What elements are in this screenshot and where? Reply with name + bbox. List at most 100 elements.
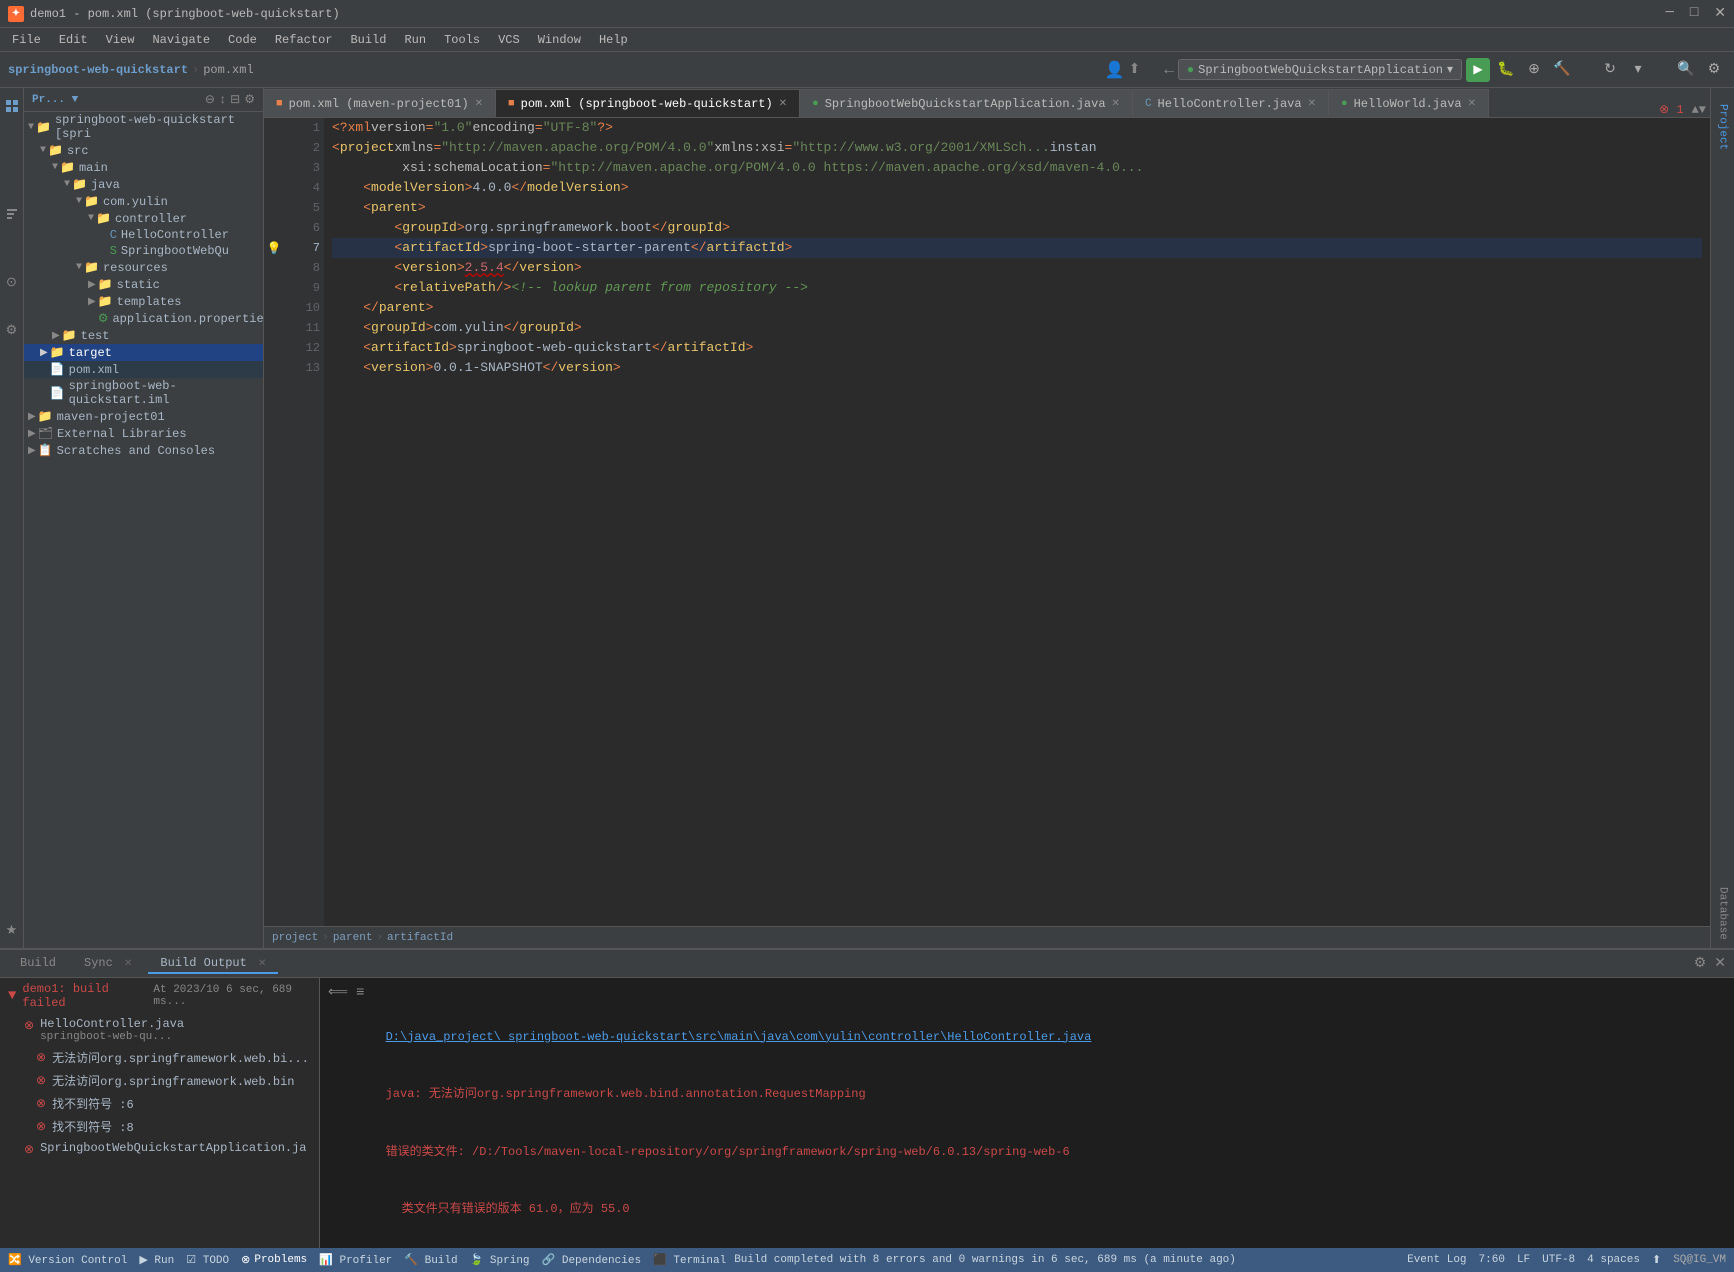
menu-code[interactable]: Code — [220, 31, 265, 49]
tab-close-spring[interactable]: ✕ — [779, 98, 787, 110]
tree-filter-btn[interactable]: ⊟ — [230, 92, 240, 107]
bottom-tab-build[interactable]: Build — [8, 954, 68, 974]
tab-close-app[interactable]: ✕ — [1112, 98, 1120, 110]
tree-hello-controller[interactable]: ▶ C HelloController — [24, 227, 263, 243]
bottom-tab-sync[interactable]: Sync ✕ — [72, 954, 144, 974]
run-config-dropdown[interactable]: ● SpringbootWebQuickstartApplication ▾ — [1178, 59, 1462, 80]
build-err3[interactable]: ⊗ 找不到符号 :6 — [0, 1092, 319, 1115]
build-header-demo1[interactable]: ▼ demo1: build failed At 2023/10 6 sec, … — [0, 978, 319, 1014]
refresh-icon[interactable]: ↻ — [1598, 58, 1622, 82]
maven-sidebar-icon[interactable]: ⚙ — [2, 320, 22, 340]
status-todo[interactable]: ☑ TODO — [186, 1253, 229, 1267]
tree-static[interactable]: ▶ 📁 static — [24, 276, 263, 293]
tree-main[interactable]: ▼ 📁 main — [24, 159, 263, 176]
build-err4[interactable]: ⊗ 找不到符号 :8 — [0, 1115, 319, 1138]
status-run[interactable]: ▶ Run — [139, 1253, 174, 1267]
git-avatar-icon[interactable]: 👤 — [1105, 60, 1125, 80]
maximize-button[interactable]: □ — [1690, 5, 1698, 22]
status-position[interactable]: 7:60 — [1479, 1254, 1505, 1266]
run-button[interactable]: ▶ — [1466, 58, 1490, 82]
tree-test[interactable]: ▶ 📁 test — [24, 327, 263, 344]
tree-collapse-btn[interactable]: ⊖ — [205, 92, 215, 107]
bookmarks-sidebar-icon[interactable]: ⊙ — [2, 272, 22, 292]
database-vertical-label[interactable]: Database — [1715, 879, 1731, 948]
code-area[interactable]: <?xml version="1.0" encoding="UTF-8"?> <… — [324, 118, 1710, 926]
scroll-tabs-down[interactable]: ▼ — [1699, 103, 1706, 117]
menu-file[interactable]: File — [4, 31, 49, 49]
menu-tools[interactable]: Tools — [436, 31, 488, 49]
structure-sidebar-icon[interactable] — [2, 204, 22, 224]
tab-spring-app[interactable]: ● SpringbootWebQuickstartApplication.jav… — [800, 89, 1133, 117]
status-git-push[interactable]: ⬆ — [1652, 1253, 1661, 1267]
status-profiler[interactable]: 📊 Profiler — [319, 1253, 392, 1267]
tab-close-maven[interactable]: ✕ — [475, 98, 483, 110]
panel-close-icon[interactable]: ✕ — [1714, 955, 1726, 972]
status-problems[interactable]: ⊗ Problems — [241, 1253, 307, 1267]
menu-window[interactable]: Window — [530, 31, 589, 49]
menu-run[interactable]: Run — [396, 31, 434, 49]
tree-scratches[interactable]: ▶ 📋 Scratches and Consoles — [24, 442, 263, 459]
menu-refactor[interactable]: Refactor — [267, 31, 341, 49]
breadcrumb-project[interactable]: project — [272, 932, 318, 944]
menu-view[interactable]: View — [98, 31, 143, 49]
tab-hello-ctrl[interactable]: C HelloController.java ✕ — [1133, 89, 1329, 117]
status-spring[interactable]: 🍃 Spring — [470, 1253, 530, 1267]
status-deps[interactable]: 🔗 Dependencies — [542, 1253, 642, 1267]
project-vertical-label[interactable]: Project — [1715, 96, 1731, 158]
build-button[interactable]: 🔨 — [1550, 58, 1574, 82]
status-terminal[interactable]: ⬛ Terminal — [653, 1253, 726, 1267]
status-build-btn[interactable]: 🔨 Build — [404, 1253, 457, 1267]
status-encoding[interactable]: UTF-8 — [1542, 1254, 1575, 1266]
build-err2[interactable]: ⊗ 无法访问org.springframework.web.bin — [0, 1069, 319, 1092]
tab-pom-maven[interactable]: ■ pom.xml (maven-project01) ✕ — [264, 89, 496, 117]
sync-close[interactable]: ✕ — [124, 959, 132, 970]
minimize-button[interactable]: ─ — [1665, 5, 1673, 22]
status-event-log[interactable]: Event Log — [1407, 1254, 1466, 1266]
tree-resources[interactable]: ▼ 📁 resources — [24, 259, 263, 276]
status-line-ending[interactable]: LF — [1517, 1254, 1530, 1266]
output-path-text[interactable]: D:\java_project\ springboot-web-quicksta… — [386, 1030, 1092, 1044]
menu-navigate[interactable]: Navigate — [144, 31, 218, 49]
toolbar-dropdown-icon[interactable]: ▾ — [1626, 58, 1650, 82]
settings-icon[interactable]: ⚙ — [1702, 58, 1726, 82]
tree-spring-app[interactable]: ▶ S SpringbootWebQu — [24, 243, 263, 259]
search-everywhere-icon[interactable]: 🔍 — [1674, 58, 1698, 82]
tree-target[interactable]: ▶ 📁 target — [24, 344, 263, 361]
tree-java[interactable]: ▼ 📁 java — [24, 176, 263, 193]
tree-templates[interactable]: ▶ 📁 templates — [24, 293, 263, 310]
tree-src[interactable]: ▼ 📁 src — [24, 142, 263, 159]
breadcrumb-artifactid[interactable]: artifactId — [387, 932, 453, 944]
build-hello-ctrl-item[interactable]: ⊗ HelloController.java springboot-web-qu… — [0, 1014, 319, 1046]
coverage-button[interactable]: ⊕ — [1522, 58, 1546, 82]
favorites-sidebar-icon[interactable]: ★ — [2, 920, 22, 940]
output-scroll-icon[interactable]: ⟸ — [328, 982, 348, 1004]
tree-app-properties[interactable]: ▶ ⚙ application.properties — [24, 310, 263, 327]
tab-pom-spring[interactable]: ■ pom.xml (springboot-web-quickstart) ✕ — [496, 89, 800, 117]
tab-close-world[interactable]: ✕ — [1468, 98, 1476, 110]
git-push-icon[interactable]: ⬆ — [1129, 61, 1141, 78]
close-button[interactable]: ✕ — [1714, 5, 1726, 22]
tree-pom-xml[interactable]: ▶ 📄 pom.xml — [24, 361, 263, 378]
panel-settings-icon[interactable]: ⚙ — [1694, 955, 1707, 972]
menu-help[interactable]: Help — [591, 31, 636, 49]
tab-close-ctrl[interactable]: ✕ — [1308, 98, 1316, 110]
output-wrap-icon[interactable]: ≡ — [356, 982, 364, 1004]
tab-hello-world[interactable]: ● HelloWorld.java ✕ — [1329, 89, 1489, 117]
bottom-tab-build-output[interactable]: Build Output ✕ — [148, 954, 278, 974]
tree-external-libs[interactable]: ▶ 🗂 External Libraries — [24, 425, 263, 442]
tree-project-root[interactable]: ▼ 📁 springboot-web-quickstart [spri — [24, 112, 263, 142]
tree-com-yulin[interactable]: ▼ 📁 com.yulin — [24, 193, 263, 210]
menu-vcs[interactable]: VCS — [490, 31, 528, 49]
menu-build[interactable]: Build — [342, 31, 394, 49]
tree-maven-project[interactable]: ▶ 📁 maven-project01 — [24, 408, 263, 425]
build-err1[interactable]: ⊗ 无法访问org.springframework.web.bi... — [0, 1046, 319, 1069]
navigate-back-icon[interactable]: ← — [1164, 61, 1174, 79]
project-sidebar-icon[interactable] — [2, 96, 22, 116]
build-spring-app-item[interactable]: ⊗ SpringbootWebQuickstartApplication.ja — [0, 1138, 319, 1160]
scroll-tabs-up[interactable]: ▲ — [1692, 103, 1699, 117]
build-output-close[interactable]: ✕ — [258, 959, 266, 970]
tree-controller[interactable]: ▼ 📁 controller — [24, 210, 263, 227]
tree-iml[interactable]: ▶ 📄 springboot-web-quickstart.iml — [24, 378, 263, 408]
status-indent[interactable]: 4 spaces — [1587, 1254, 1640, 1266]
tree-sort-btn[interactable]: ↕ — [219, 93, 226, 107]
